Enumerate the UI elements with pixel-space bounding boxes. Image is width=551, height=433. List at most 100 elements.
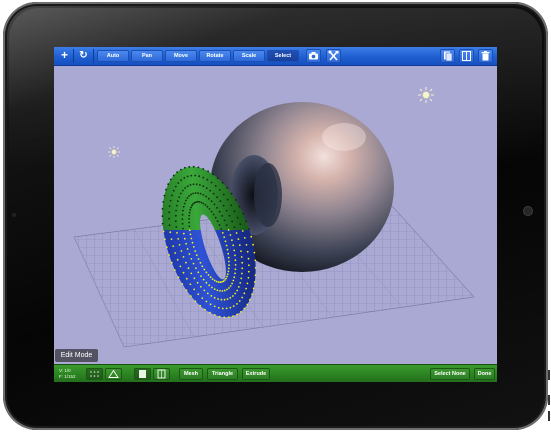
vertex-point: [183, 202, 186, 205]
vertex-point: [176, 232, 178, 234]
vertex-point: [181, 213, 184, 216]
vertex-point: [198, 175, 201, 178]
vertex-point: [192, 165, 195, 168]
vertex-point: [190, 237, 193, 240]
vertex-point: [185, 261, 187, 264]
side-button[interactable]: [548, 370, 550, 380]
vertex-point: [185, 199, 187, 202]
vertex-point: [233, 210, 236, 213]
mode-button-pan[interactable]: Pan: [131, 50, 163, 62]
extrude-button[interactable]: Extrude: [242, 368, 270, 380]
3d-viewport[interactable]: [54, 47, 497, 382]
vertex-point: [200, 285, 202, 288]
vertex-point: [254, 267, 257, 269]
camera-button[interactable]: [306, 49, 321, 63]
split-view-button[interactable]: [459, 49, 474, 63]
vertex-point: [206, 205, 209, 208]
vertex-point: [226, 273, 229, 275]
vertex-point: [226, 288, 228, 291]
vertex-point: [228, 214, 231, 217]
vertex-point: [227, 270, 230, 273]
vertex-point: [218, 189, 221, 191]
vertex-point: [172, 189, 175, 192]
vertex-point: [221, 232, 224, 234]
side-button[interactable]: [548, 395, 550, 405]
vertex-point: [175, 209, 177, 212]
vertex-point: [189, 209, 192, 211]
face-page-button[interactable]: [153, 368, 170, 380]
vertex-point: [220, 298, 223, 301]
vertex-point: [221, 281, 223, 283]
select-none-button[interactable]: Select None: [430, 368, 470, 380]
face-solid-button[interactable]: [134, 368, 151, 380]
add-icon[interactable]: +: [58, 49, 71, 62]
vertex-point: [190, 295, 192, 297]
mode-button-auto[interactable]: Auto: [97, 50, 129, 62]
vertex-point: [228, 260, 230, 263]
mode-button-move[interactable]: Move: [165, 50, 197, 62]
vertex-point: [226, 298, 229, 300]
vertex-point: [237, 286, 240, 288]
vertex-point: [184, 187, 187, 189]
vertex-point: [196, 200, 199, 203]
vertex-point: [168, 217, 170, 220]
vertex-point: [186, 197, 189, 199]
trash-button[interactable]: [478, 49, 493, 63]
vertex-point: [227, 316, 230, 318]
vertex-point: [232, 305, 235, 307]
vertex-point: [225, 244, 228, 247]
vertex-point: [229, 306, 232, 309]
vertex-point: [240, 277, 243, 280]
tools-button[interactable]: [326, 49, 341, 63]
vertex-point: [254, 274, 257, 276]
vertex-point: [182, 271, 185, 274]
home-button[interactable]: [523, 206, 533, 216]
vertex-point: [161, 208, 164, 210]
vertex-point: [216, 207, 218, 209]
vertex-point: [211, 278, 214, 280]
vertex-point: [223, 289, 226, 292]
vertex-point: [188, 195, 191, 197]
vertex-point: [248, 264, 250, 267]
vertex-point: [205, 281, 208, 284]
vertex-point: [182, 232, 185, 235]
vertex-point: [208, 284, 211, 287]
copy-button[interactable]: [440, 49, 455, 63]
vertex-point: [217, 281, 220, 283]
vertex-point: [165, 246, 168, 249]
light-1[interactable]: [418, 87, 434, 103]
mode-button-scale[interactable]: Scale: [233, 50, 265, 62]
vertex-point: [169, 199, 172, 202]
vertex-point: [213, 314, 216, 316]
vertex-point: [231, 220, 234, 223]
vertex-point: [193, 288, 196, 291]
refresh-icon[interactable]: ↻: [77, 49, 90, 62]
side-button[interactable]: [548, 411, 550, 421]
tools-icon: [328, 50, 339, 61]
vertex-point: [181, 283, 184, 285]
done-button[interactable]: Done: [474, 368, 495, 380]
light-2[interactable]: [108, 146, 120, 158]
triangle-button[interactable]: Triangle: [207, 368, 238, 380]
vertex-point: [190, 193, 193, 196]
vertex-point: [197, 293, 200, 295]
vertex-select-button[interactable]: [86, 368, 103, 380]
vertex-point: [241, 261, 244, 264]
mesh-button[interactable]: Mesh: [179, 368, 203, 380]
trash-icon: [481, 51, 490, 61]
vertex-point: [206, 292, 209, 295]
vertex-point: [214, 216, 217, 219]
mode-button-select[interactable]: Select: [267, 50, 299, 62]
vertex-point: [227, 229, 230, 231]
triangle-select-button[interactable]: [105, 368, 122, 380]
vertex-point: [236, 289, 239, 292]
vertex-point: [228, 264, 230, 266]
vertex-point: [202, 168, 205, 170]
vertex-point: [247, 257, 250, 260]
vertex-point: [199, 304, 202, 307]
vertex-point: [253, 251, 256, 254]
vertex-point: [205, 187, 208, 190]
mode-button-rotate[interactable]: Rotate: [199, 50, 231, 62]
vertex-point: [234, 199, 237, 201]
vertex-point: [221, 307, 224, 310]
